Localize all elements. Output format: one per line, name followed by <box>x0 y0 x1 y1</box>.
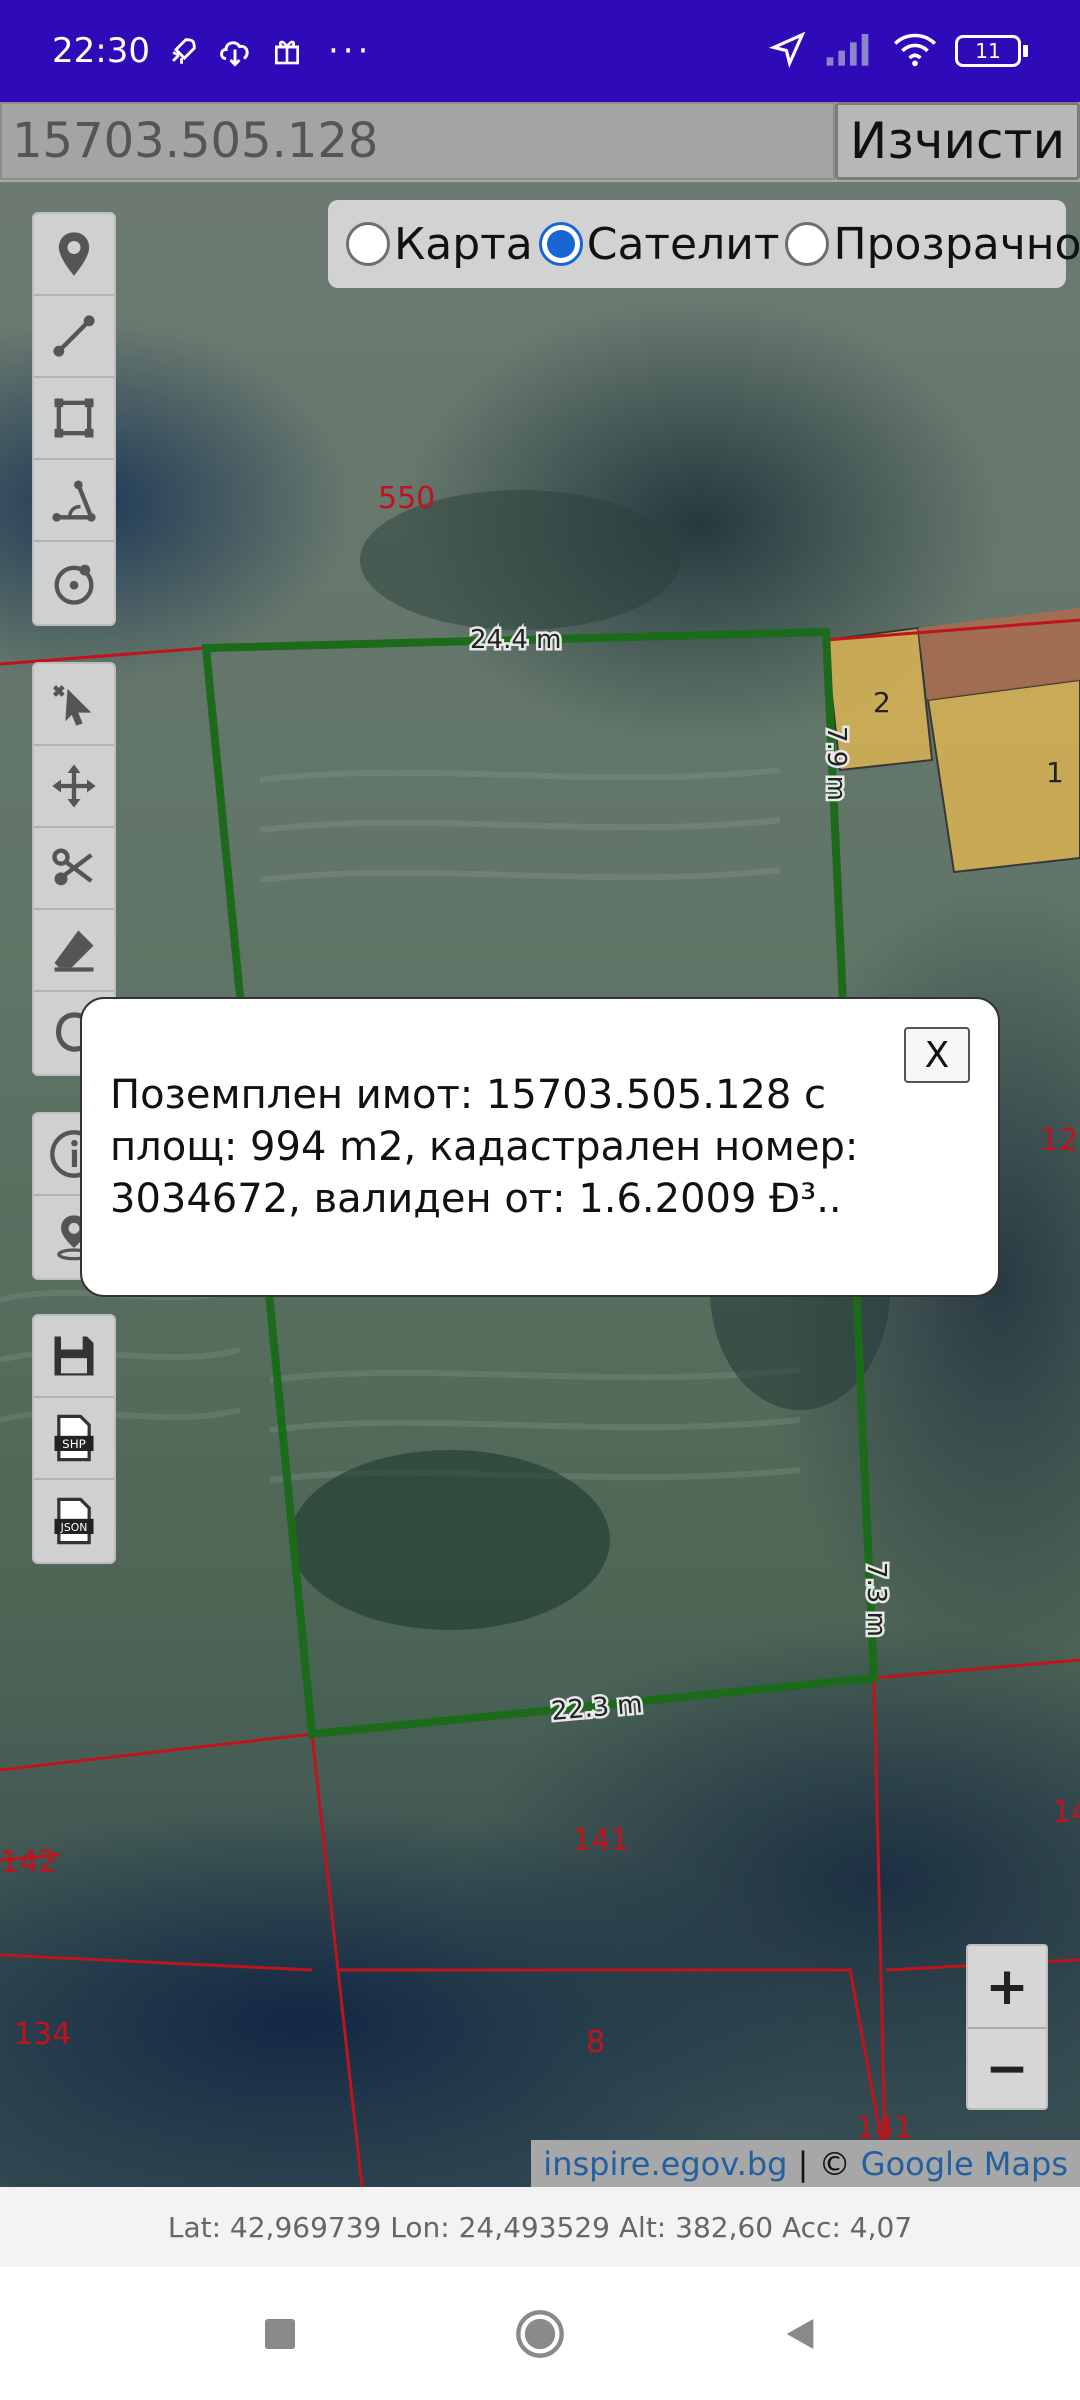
layer-selector: Карта Сателит Прозрачно <box>328 200 1080 288</box>
measure-top: 24.4 m <box>470 625 561 655</box>
parcel-info-popup: X Поземплен имот: 15703.505.128 с площ: … <box>80 997 1000 1297</box>
wifi-icon <box>893 31 937 71</box>
attribution-separator: | © <box>787 2144 861 2183</box>
gps-coordinates: Lat: 42,969739 Lon: 24,493529 Alt: 382,6… <box>0 2187 1080 2267</box>
popup-text: Поземплен имот: 15703.505.128 с площ: 99… <box>110 1072 859 1222</box>
search-bar: Изчисти <box>0 102 1080 182</box>
rocket-icon <box>164 32 202 70</box>
parcel-label-134: 134 <box>14 2017 71 2052</box>
back-triangle-icon[interactable] <box>770 2304 830 2364</box>
location-arrow-icon <box>768 30 807 72</box>
battery-icon: 11 <box>955 35 1028 67</box>
parcel-label-142: 142 <box>0 1845 57 1880</box>
parcel-label-14: 14 <box>1052 1795 1080 1830</box>
layer-label-transparent: Прозрачно <box>833 218 1080 270</box>
layer-label-satellite: Сателит <box>586 218 780 270</box>
status-overflow: ··· <box>327 31 373 71</box>
save-icon[interactable] <box>34 1316 114 1398</box>
cloud-download-icon <box>216 32 254 70</box>
layer-option-transparent[interactable]: Прозрачно <box>785 219 1080 270</box>
home-circle-icon[interactable] <box>510 2304 570 2364</box>
eraser-icon[interactable] <box>34 910 114 992</box>
scissors-icon[interactable] <box>34 828 114 910</box>
measure-right-bottom: 7.3 m <box>861 1562 891 1637</box>
parcel-label-550: 550 <box>378 481 435 516</box>
line-icon[interactable] <box>34 296 114 378</box>
measure-right-top: 7.9 m <box>821 726 851 801</box>
draw-toolbar <box>32 212 116 626</box>
zoom-in-button[interactable]: + <box>968 1946 1046 2027</box>
zoom-control: + − <box>966 1944 1048 2110</box>
building-label-1: 1 <box>1046 756 1064 789</box>
layer-option-map[interactable]: Карта <box>346 219 533 270</box>
shp-label: SHP <box>62 1437 86 1451</box>
export-shp-icon[interactable]: SHP <box>34 1398 114 1480</box>
layer-option-satellite[interactable]: Сателит <box>538 218 780 270</box>
json-label: JSON <box>60 1521 88 1534</box>
parcel-label-8: 8 <box>586 2025 605 2060</box>
recents-square-icon[interactable] <box>250 2304 310 2364</box>
measure-bottom: 22.3 m <box>550 1689 644 1727</box>
export-toolbar: SHP JSON <box>32 1314 116 1564</box>
clear-button[interactable]: Изчисти <box>835 102 1080 180</box>
status-time: 22:30 <box>52 31 150 71</box>
layer-label-map: Карта <box>394 218 533 270</box>
zoom-out-button[interactable]: − <box>968 2027 1046 2108</box>
radio-map[interactable] <box>346 222 390 266</box>
parcel-label-12: 12 <box>1040 1123 1078 1158</box>
attribution-maps-link[interactable]: Google Maps <box>861 2145 1068 2183</box>
angle-icon[interactable] <box>34 460 114 542</box>
polygon-icon[interactable] <box>34 378 114 460</box>
radio-satellite[interactable] <box>538 222 583 266</box>
map-attribution: inspire.egov.bg | © Google Maps <box>531 2140 1080 2187</box>
battery-level: 11 <box>955 35 1021 67</box>
pointer-edit-icon[interactable] <box>34 664 114 746</box>
signal-icon <box>825 32 875 70</box>
parcel-label-141: 141 <box>572 1823 629 1858</box>
move-icon[interactable] <box>34 746 114 828</box>
gift-icon <box>268 32 306 70</box>
marker-icon[interactable] <box>34 214 114 296</box>
cadastre-search-input[interactable] <box>0 102 835 180</box>
export-json-icon[interactable]: JSON <box>34 1480 114 1562</box>
circle-icon[interactable] <box>34 542 114 624</box>
radio-transparent[interactable] <box>785 222 830 266</box>
building-label-2: 2 <box>873 686 891 719</box>
system-nav-bar <box>0 2267 1080 2400</box>
status-bar: 22:30 ··· 11 <box>0 0 1080 102</box>
attribution-source-link[interactable]: inspire.egov.bg <box>543 2145 787 2183</box>
